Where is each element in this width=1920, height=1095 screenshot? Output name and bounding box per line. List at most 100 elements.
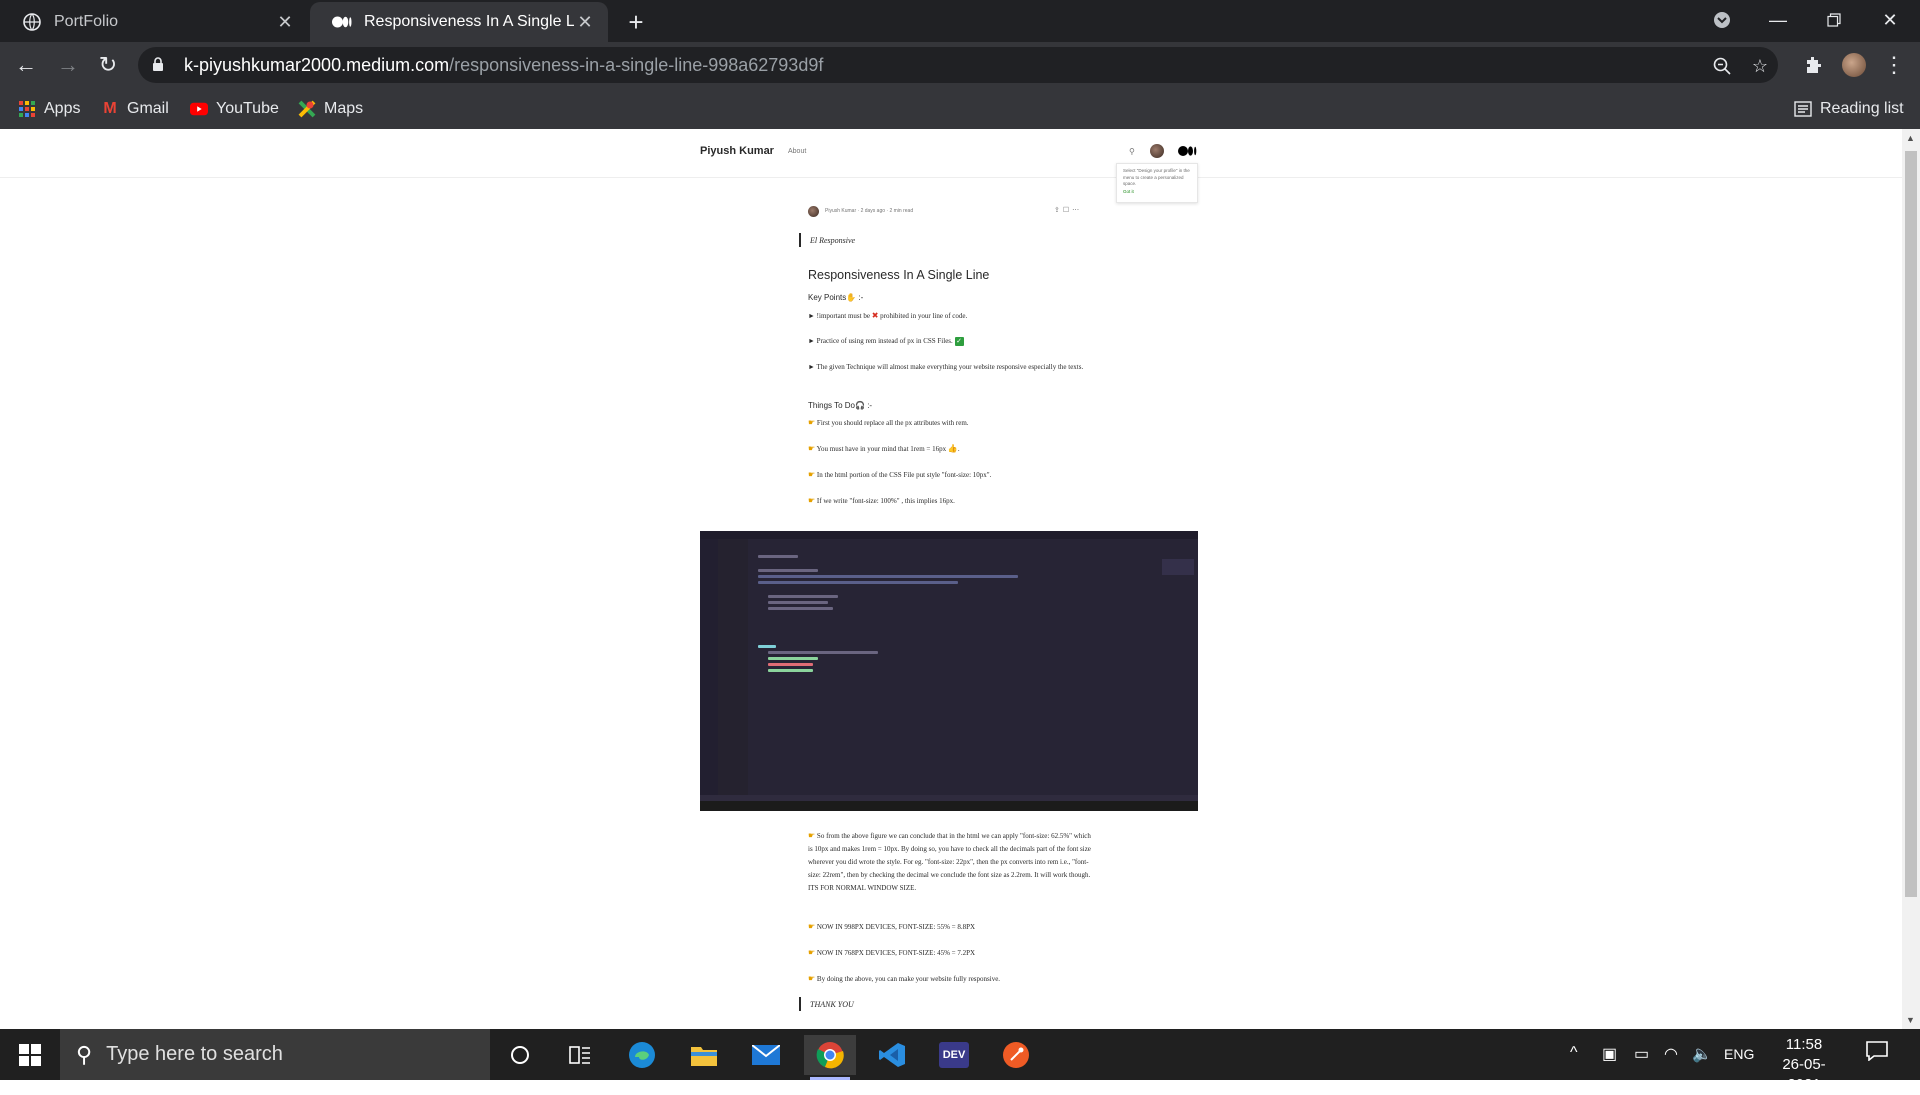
pointing-hand-icon: ☛	[808, 444, 816, 453]
postman-icon[interactable]	[990, 1035, 1042, 1075]
profile-tip-popover: Select "Design your profile" in the menu…	[1116, 163, 1198, 203]
extensions-icon[interactable]	[1798, 49, 1830, 81]
quote-top: El Responsive	[799, 233, 855, 247]
editor-menubar	[700, 531, 1198, 539]
bookmark-gmail[interactable]: M Gmail	[101, 98, 169, 120]
page-scrollbar[interactable]: ▲ ▼	[1902, 129, 1920, 1029]
edge-icon[interactable]	[616, 1035, 668, 1075]
bookmark-apps[interactable]: Apps	[18, 98, 80, 120]
key-point-1: ► !important must be ✖ prohibited in you…	[808, 311, 968, 320]
things-item-1: ☛ First you should replace all the px at…	[808, 418, 969, 427]
article-meta: Piyush Kumar · 2 days ago · 2 min read	[808, 205, 913, 217]
final-note: ☛ By doing the above, you can make your …	[808, 974, 1001, 983]
scroll-up-icon[interactable]: ▲	[1906, 133, 1915, 143]
show-hidden-icons-icon[interactable]: ^	[1570, 1044, 1578, 1062]
reload-icon[interactable]: ↻	[92, 49, 124, 81]
device-768-note: ☛ NOW IN 768PX DEVICES, FONT-SIZE: 45% =…	[808, 948, 976, 957]
conclusion-paragraph: ☛ So from the above figure we can conclu…	[808, 831, 1091, 892]
reading-list-icon	[1794, 100, 1812, 118]
article-title: Responsiveness In A Single Line	[808, 268, 990, 282]
bookmarks-bar: Apps M Gmail YouTube Maps Reading list	[0, 88, 1920, 130]
popover-text: Select "Design your profile" in the menu…	[1123, 168, 1190, 187]
meet-now-icon[interactable]: ▣	[1602, 1044, 1617, 1064]
star-icon[interactable]: ☆	[1748, 54, 1772, 78]
quote-bottom: THANK YOU	[799, 997, 854, 1011]
bookmark-icon[interactable]: ☐	[1063, 207, 1072, 214]
globe-icon	[22, 12, 42, 32]
tab-search-icon[interactable]	[1694, 0, 1750, 40]
reading-list-label: Reading list	[1820, 100, 1904, 117]
forward-icon[interactable]: →	[52, 49, 84, 81]
taskbar-search-input[interactable]: ⚲ Type here to search	[60, 1029, 490, 1080]
language-indicator[interactable]: ENG	[1724, 1046, 1754, 1062]
pointing-hand-icon: ☛	[808, 831, 816, 840]
pointing-hand-icon: ☛	[808, 470, 816, 479]
editor-sidebar	[718, 539, 748, 803]
bookmark-label: YouTube	[216, 100, 279, 117]
windows-start-icon[interactable]	[0, 1029, 60, 1080]
scroll-down-icon[interactable]: ▼	[1906, 1015, 1915, 1025]
taskbar-clock[interactable]: 11:58 26-05-2021	[1768, 1035, 1840, 1095]
file-explorer-icon[interactable]	[678, 1035, 730, 1075]
got-it-button[interactable]: Got it	[1123, 189, 1191, 196]
bookmark-youtube[interactable]: YouTube	[190, 98, 279, 120]
cortana-icon[interactable]	[494, 1035, 546, 1075]
device-998-note: ☛ NOW IN 998PX DEVICES, FONT-SIZE: 55% =…	[808, 922, 976, 931]
about-link[interactable]: About	[788, 148, 806, 155]
things-item-4: ☛ If we write "font-size: 100%" , this i…	[808, 496, 955, 505]
share-icon[interactable]: ⇪	[1054, 207, 1063, 214]
editor-code-area	[748, 545, 1148, 795]
tab-title: PortFolio	[54, 13, 119, 30]
avatar[interactable]	[1150, 144, 1164, 158]
restore-icon[interactable]	[1806, 0, 1862, 40]
code-editor-screenshot[interactable]	[700, 531, 1198, 811]
author-avatar[interactable]	[808, 205, 819, 217]
url-host: k-piyushkumar2000.medium.com	[184, 54, 450, 75]
wifi-icon[interactable]: ◠	[1664, 1044, 1678, 1064]
more-icon[interactable]: ⋯	[1072, 207, 1082, 214]
apps-grid-icon	[18, 100, 36, 118]
vscode-icon[interactable]	[866, 1035, 918, 1075]
notifications-icon[interactable]	[1866, 1041, 1888, 1067]
windows-taskbar: ⚲ Type here to search DEV ^ ▣ ▭ ◠ 🔈 ENG …	[0, 1029, 1920, 1093]
profile-icon[interactable]	[1838, 49, 1870, 81]
bookmark-label: Gmail	[127, 100, 169, 117]
tab-portfolio[interactable]: PortFolio ✕	[0, 2, 308, 42]
battery-icon[interactable]: ▭	[1634, 1044, 1649, 1064]
search-icon: ⚲	[76, 1041, 93, 1067]
tab-title: Responsiveness In A Single Line.	[364, 13, 574, 30]
browser-window-chrome: PortFolio ✕ Responsiveness In A Single L…	[0, 0, 1920, 130]
window-close-icon[interactable]: ✕	[1862, 0, 1918, 40]
task-view-icon[interactable]	[554, 1035, 606, 1075]
medium-icon	[332, 12, 352, 32]
maps-icon	[298, 100, 316, 118]
tab-responsiveness[interactable]: Responsiveness In A Single Line. ✕	[310, 2, 608, 42]
close-icon[interactable]: ✕	[574, 11, 596, 33]
minimize-icon[interactable]: —	[1750, 0, 1806, 40]
medium-logo-icon[interactable]	[1178, 146, 1198, 156]
back-icon[interactable]: ←	[10, 49, 42, 81]
scrollbar-thumb[interactable]	[1905, 151, 1917, 897]
search-icon[interactable]: ⚲	[1129, 147, 1135, 156]
address-bar[interactable]: k-piyushkumar2000.medium.com/responsiven…	[138, 47, 1778, 83]
thumbs-up-icon: 👍	[947, 444, 958, 453]
bookmark-maps[interactable]: Maps	[298, 98, 363, 120]
headphones-icon: 🎧	[855, 401, 865, 410]
youtube-icon	[190, 100, 208, 118]
mail-icon[interactable]	[740, 1035, 792, 1075]
editor-minimap	[1162, 559, 1194, 575]
dev-icon[interactable]: DEV	[928, 1035, 980, 1075]
chrome-icon[interactable]	[804, 1035, 856, 1080]
url-path: /responsiveness-in-a-single-line-998a627…	[449, 54, 824, 75]
pointing-hand-icon: ☛	[808, 922, 816, 931]
meta-text: Piyush Kumar · 2 days ago · 2 min read	[825, 208, 914, 214]
medium-article-page: Piyush Kumar About ⚲ Select "Design your…	[0, 129, 1902, 1029]
key-point-2: ► Practice of using rem instead of px in…	[808, 337, 964, 346]
new-tab-button[interactable]: +	[620, 6, 652, 38]
zoom-icon[interactable]	[1710, 54, 1734, 78]
site-author-name[interactable]: Piyush Kumar	[700, 145, 774, 157]
volume-icon[interactable]: 🔈	[1692, 1044, 1712, 1064]
close-icon[interactable]: ✕	[274, 11, 296, 33]
menu-icon[interactable]: ⋮	[1878, 49, 1910, 81]
reading-list-button[interactable]: Reading list	[1794, 98, 1904, 120]
